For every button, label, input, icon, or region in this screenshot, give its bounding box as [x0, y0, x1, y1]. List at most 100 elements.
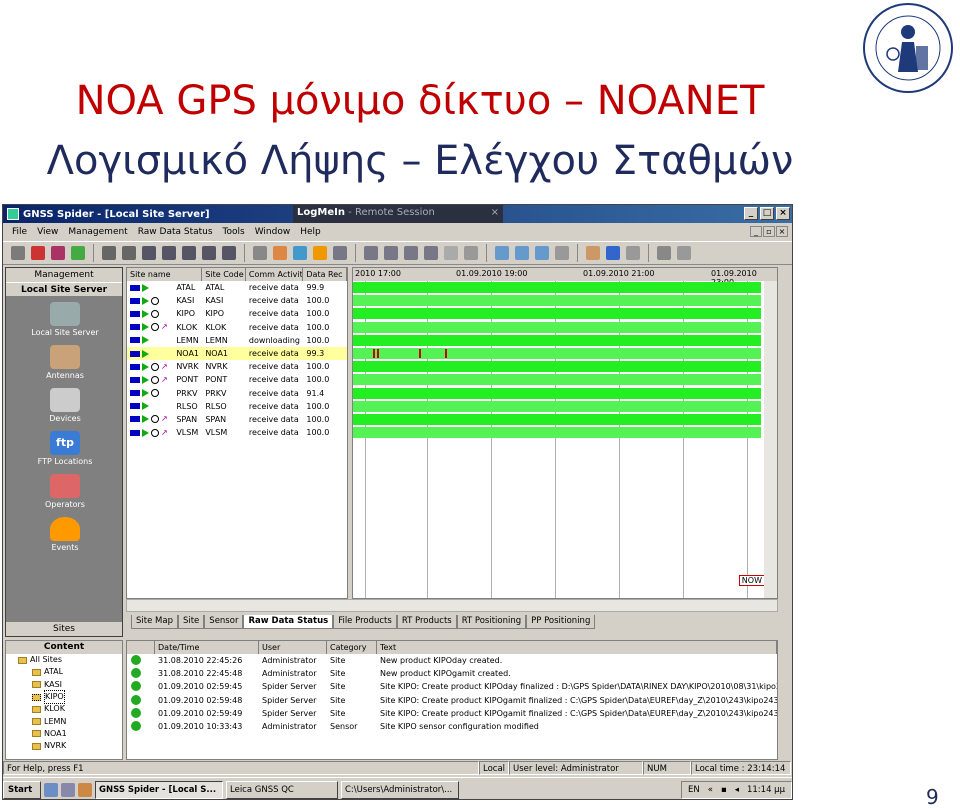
close-remote-icon[interactable]: × [491, 205, 499, 221]
data-availability-bar[interactable] [353, 427, 761, 439]
tree-site-item[interactable]: ATAL [6, 666, 122, 678]
menu-help[interactable]: Help [295, 227, 326, 237]
tree-site-item[interactable]: NVRK [6, 740, 122, 752]
menu-management[interactable]: Management [63, 227, 132, 237]
data-availability-bar[interactable] [353, 400, 761, 412]
menu-raw-data-status[interactable]: Raw Data Status [133, 227, 218, 237]
data-availability-bar[interactable] [353, 414, 761, 425]
nav-local-site-server[interactable]: Local Site Server [6, 302, 124, 337]
log-row[interactable]: 31.08.2010 22:45:26 Administrator Site New … [127, 654, 777, 667]
crosshair-icon[interactable] [555, 246, 569, 260]
col-text[interactable]: Text [377, 641, 777, 654]
col-data-rec[interactable]: Data Rec [303, 268, 347, 281]
sensor-icon[interactable] [293, 246, 307, 260]
reconnect-icon[interactable] [182, 246, 196, 260]
mdi-restore-button[interactable]: ▫ [763, 226, 775, 237]
site-row[interactable]: LEMN LEMN downloading 100.0 [127, 334, 347, 347]
col-category[interactable]: Category [327, 641, 377, 654]
maximize-button[interactable]: □ [760, 207, 774, 220]
data-availability-bar[interactable] [353, 374, 761, 386]
log-row[interactable]: 01.09.2010 02:59:45 Spider Server Site Site… [127, 680, 777, 693]
tree-site-item[interactable]: KIPO [6, 690, 122, 705]
tab-rt-products[interactable]: RT Products [396, 615, 457, 629]
quicklaunch-desktop-icon[interactable] [61, 782, 75, 797]
log-row[interactable]: 01.09.2010 02:59:48 Spider Server Site Site… [127, 694, 777, 707]
clock-icon[interactable] [444, 246, 458, 260]
data-availability-bar[interactable] [353, 348, 761, 359]
antenna-icon[interactable] [273, 246, 287, 260]
close-button[interactable]: × [776, 207, 790, 220]
tools-icon[interactable] [333, 246, 347, 260]
tab-site-map[interactable]: Site Map [131, 615, 178, 629]
nav-ftp-locations[interactable]: ftp FTP Locations [6, 431, 124, 466]
col-user[interactable]: User [259, 641, 327, 654]
tree-root-all-sites[interactable]: All Sites [6, 654, 122, 666]
col-site-name[interactable]: Site name [127, 268, 203, 281]
site-row[interactable]: PRKV PRKV receive data 91.4 [127, 387, 347, 400]
task-explorer-folder[interactable]: C:\Users\Administrator\... [341, 780, 459, 799]
nav-operators[interactable]: Operators [6, 474, 124, 509]
download-icon[interactable] [222, 246, 236, 260]
site-row[interactable]: ATAL ATAL receive data 99.9 [127, 281, 347, 294]
site-row[interactable]: KIPO KIPO receive data 100.0 [127, 307, 347, 320]
settings-icon[interactable] [464, 246, 478, 260]
minimize-button[interactable]: _ [744, 207, 758, 220]
tree-site-item[interactable]: LEMN [6, 715, 122, 727]
play-icon[interactable] [142, 246, 156, 260]
tab-site[interactable]: Site [177, 615, 205, 629]
globe-icon[interactable] [677, 246, 691, 260]
sites-footer[interactable]: Sites [6, 622, 122, 636]
help-icon[interactable] [31, 246, 45, 260]
site-row[interactable]: ↗ KLOK KLOK receive data 100.0 [127, 321, 347, 334]
list-icon[interactable] [404, 246, 418, 260]
zoom-out-icon[interactable] [515, 246, 529, 260]
col-date-time[interactable]: Date/Time [155, 641, 259, 654]
mdi-close-button[interactable]: × [776, 226, 788, 237]
stop-icon[interactable] [162, 246, 176, 260]
screen-icon[interactable] [253, 246, 267, 260]
tab-rt-positioning[interactable]: RT Positioning [456, 615, 527, 629]
data-availability-bar[interactable] [353, 282, 761, 293]
tab-pp-positioning[interactable]: PP Positioning [526, 615, 596, 629]
stop-logging-icon[interactable] [384, 246, 398, 260]
language-indicator[interactable]: EN [688, 785, 700, 795]
logmein-remote-bar[interactable]: LogMeIn - Remote Session × [293, 205, 503, 223]
gps-icon[interactable] [657, 246, 671, 260]
site-row[interactable]: RLSO RLSO receive data 100.0 [127, 400, 347, 413]
tree-site-item[interactable]: NOA1 [6, 728, 122, 740]
alarm-icon[interactable] [313, 246, 327, 260]
site-row[interactable]: ↗ PONT PONT receive data 100.0 [127, 373, 347, 386]
move-right-icon[interactable] [122, 246, 136, 260]
start-icon[interactable] [364, 246, 378, 260]
data-availability-bar[interactable] [353, 387, 761, 399]
site-row[interactable]: NOA1 NOA1 receive data 99.3 [127, 346, 347, 361]
data-availability-bar[interactable] [353, 361, 761, 373]
col-comm-activity[interactable]: Comm Activity [246, 268, 304, 281]
start-button[interactable]: Start [3, 780, 41, 799]
site-row[interactable]: ↗ SPAN SPAN receive data 100.0 [127, 413, 347, 426]
menu-window[interactable]: Window [250, 227, 296, 237]
print-icon[interactable] [11, 246, 25, 260]
volume-icon[interactable]: ◂ [735, 785, 739, 795]
site-row[interactable]: ↗ VLSM VLSM receive data 100.0 [127, 426, 347, 439]
network-icon[interactable]: ▪ [721, 785, 727, 795]
data-availability-bar[interactable] [353, 308, 761, 320]
log-row[interactable]: 31.08.2010 22:45:48 Administrator Site New … [127, 667, 777, 680]
table-icon[interactable] [424, 246, 438, 260]
refresh-icon[interactable] [71, 246, 85, 260]
horizontal-scrollbar[interactable] [126, 599, 778, 612]
menu-view[interactable]: View [32, 227, 63, 237]
tab-sensor[interactable]: Sensor [204, 615, 244, 629]
data-availability-bar[interactable] [353, 321, 761, 333]
book-icon[interactable] [51, 246, 65, 260]
site-row[interactable]: KASI KASI receive data 100.0 [127, 294, 347, 307]
zoom-fit-icon[interactable] [535, 246, 549, 260]
task-leica-gnss-qc[interactable]: Leica GNSS QC [226, 780, 338, 799]
site-row[interactable]: ↗ NVRK NVRK receive data 100.0 [127, 360, 347, 373]
data-availability-bar[interactable] [353, 295, 761, 307]
nav-antennas[interactable]: Antennas [6, 345, 124, 380]
reset-icon[interactable] [202, 246, 216, 260]
tab-file-products[interactable]: File Products [333, 615, 397, 629]
zoom-in-icon[interactable] [495, 246, 509, 260]
window-titlebar[interactable]: GNSS Spider - [Local Site Server] LogMeI… [3, 205, 792, 223]
